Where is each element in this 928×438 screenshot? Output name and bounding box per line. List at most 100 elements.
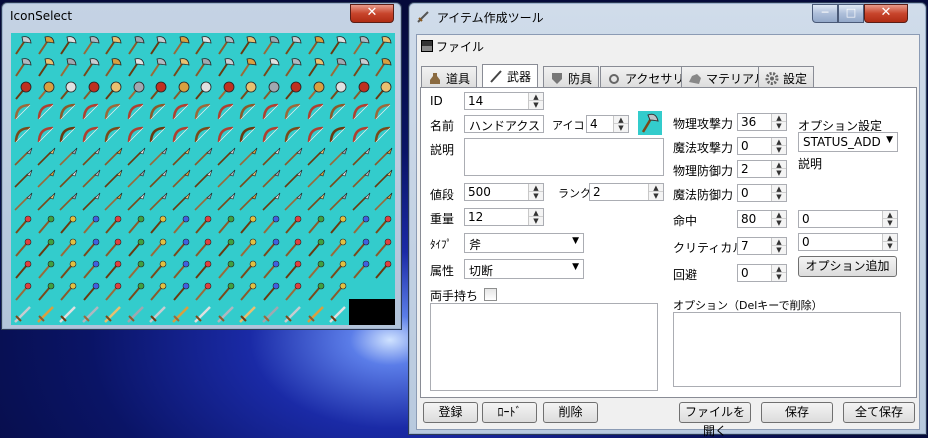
weapon-sprite-icon[interactable] (12, 101, 34, 123)
description-field[interactable] (464, 138, 664, 176)
weapon-sprite-icon[interactable] (192, 79, 214, 101)
weapon-sprite-icon[interactable] (350, 56, 372, 78)
weapon-sprite-icon[interactable] (215, 124, 237, 146)
weapon-sprite-icon[interactable] (80, 236, 102, 258)
option-setting-select[interactable]: STATUS_ADD ▼ (798, 132, 898, 152)
spin-arrows[interactable]: ▲ ▼ (882, 211, 897, 227)
type-select[interactable]: 斧 ▼ (464, 233, 584, 253)
rank-spinner[interactable]: 2 ▲ ▼ (589, 183, 664, 201)
weapon-sprite-icon[interactable] (80, 34, 102, 56)
weapon-sprite-icon[interactable] (170, 213, 192, 235)
weapon-sprite-icon[interactable] (192, 146, 214, 168)
weapon-sprite-icon[interactable] (305, 191, 327, 213)
spin-arrows[interactable]: ▲ ▼ (771, 185, 786, 201)
weapon-sprite-icon[interactable] (125, 213, 147, 235)
weapon-sprite-icon[interactable] (192, 124, 214, 146)
spin-arrows[interactable]: ▲ ▼ (771, 138, 786, 154)
weapon-sprite-icon[interactable] (125, 191, 147, 213)
weapon-sprite-icon[interactable] (282, 168, 304, 190)
weapon-sprite-icon[interactable] (170, 101, 192, 123)
weapon-sprite-icon[interactable] (147, 280, 169, 302)
weapon-sprite-icon[interactable] (327, 280, 349, 302)
weapon-sprite-icon[interactable] (35, 258, 57, 280)
weapon-sprite-icon[interactable] (12, 258, 34, 280)
weapon-sprite-icon[interactable] (350, 101, 372, 123)
weapon-sprite-icon[interactable] (147, 236, 169, 258)
weapon-sprite-icon[interactable] (260, 213, 282, 235)
weapon-sprite-icon[interactable] (327, 191, 349, 213)
weapon-sprite-icon[interactable] (350, 236, 372, 258)
weapon-sprite-icon[interactable] (147, 168, 169, 190)
weapon-sprite-icon[interactable] (237, 56, 259, 78)
weapon-sprite-icon[interactable] (260, 79, 282, 101)
weapon-sprite-icon[interactable] (102, 236, 124, 258)
spin-arrows[interactable]: ▲ ▼ (613, 116, 628, 132)
weapon-sprite-icon[interactable] (57, 101, 79, 123)
spin-arrows[interactable]: ▲ ▼ (648, 184, 663, 200)
weapon-sprite-icon[interactable] (147, 213, 169, 235)
weapon-sprite-icon[interactable] (192, 303, 214, 325)
weapon-sprite-icon[interactable] (147, 79, 169, 101)
save-all-button[interactable]: 全て保存 (843, 402, 915, 423)
phys-def-spinner[interactable]: 2 ▲ ▼ (737, 160, 787, 178)
icon-spinner[interactable]: 4 ▲ ▼ (586, 115, 629, 133)
main-close-button[interactable]: ✕ (864, 4, 908, 23)
spin-arrows[interactable]: ▲ ▼ (771, 211, 786, 227)
weapon-sprite-icon[interactable] (80, 101, 102, 123)
weapon-sprite-icon[interactable] (350, 213, 372, 235)
weapon-sprite-icon[interactable] (170, 124, 192, 146)
tab-armor[interactable]: 防具 (543, 66, 600, 88)
weapon-sprite-icon[interactable] (12, 79, 34, 101)
weapon-sprite-icon[interactable] (192, 56, 214, 78)
price-spinner[interactable]: 500 ▲ ▼ (464, 183, 544, 201)
register-button[interactable]: 登録 (423, 402, 478, 423)
name-field[interactable]: ハンドアクス (464, 115, 544, 133)
weapon-sprite-icon[interactable] (170, 79, 192, 101)
weapon-sprite-icon[interactable] (102, 303, 124, 325)
weapon-sprite-icon[interactable] (80, 280, 102, 302)
weapon-sprite-icon[interactable] (57, 258, 79, 280)
mag-atk-spinner[interactable]: 0 ▲ ▼ (737, 137, 787, 155)
weapon-sprite-icon[interactable] (125, 101, 147, 123)
weapon-sprite-icon[interactable] (80, 191, 102, 213)
weapon-sprite-icon[interactable] (260, 280, 282, 302)
weapon-sprite-icon[interactable] (57, 168, 79, 190)
weapon-sprite-icon[interactable] (282, 79, 304, 101)
weapon-sprite-icon[interactable] (237, 258, 259, 280)
weapon-sprite-icon[interactable] (372, 213, 394, 235)
weapon-sprite-icon[interactable] (305, 303, 327, 325)
weapon-sprite-icon[interactable] (327, 101, 349, 123)
weapon-sprite-icon[interactable] (192, 191, 214, 213)
weapon-sprite-icon[interactable] (147, 146, 169, 168)
weapon-sprite-icon[interactable] (125, 258, 147, 280)
open-file-button[interactable]: ファイルを開く (679, 402, 751, 438)
weapon-sprite-icon[interactable] (372, 56, 394, 78)
weapon-sprite-icon[interactable] (192, 258, 214, 280)
weapon-sprite-icon[interactable] (102, 191, 124, 213)
spin-arrows[interactable]: ▲ ▼ (771, 265, 786, 281)
weapon-sprite-icon[interactable] (327, 303, 349, 325)
weapon-sprite-icon[interactable] (260, 303, 282, 325)
weapon-sprite-icon[interactable] (125, 79, 147, 101)
weapon-sprite-icon[interactable] (57, 34, 79, 56)
weapon-sprite-icon[interactable] (215, 56, 237, 78)
weapon-sprite-icon[interactable] (260, 56, 282, 78)
weapon-sprite-icon[interactable] (237, 191, 259, 213)
weapon-sprite-icon[interactable] (125, 236, 147, 258)
weapon-sprite-icon[interactable] (80, 124, 102, 146)
mag-def-spinner[interactable]: 0 ▲ ▼ (737, 184, 787, 202)
weapon-sprite-icon[interactable] (102, 79, 124, 101)
weapon-sprite-icon[interactable] (282, 124, 304, 146)
weapon-sprite-icon[interactable] (57, 191, 79, 213)
weapon-sprite-icon[interactable] (57, 124, 79, 146)
evade-spinner[interactable]: 0 ▲ ▼ (737, 264, 787, 282)
weapon-sprite-icon[interactable] (170, 280, 192, 302)
weapon-sprite-icon[interactable] (372, 258, 394, 280)
attribute-select[interactable]: 切断 ▼ (464, 259, 584, 279)
weapon-sprite-icon[interactable] (237, 168, 259, 190)
weapon-sprite-icon[interactable] (237, 101, 259, 123)
weapon-sprite-icon[interactable] (125, 146, 147, 168)
add-option-button[interactable]: オプション追加 (798, 256, 897, 277)
spin-arrows[interactable]: ▲ ▼ (528, 93, 543, 109)
weapon-sprite-icon[interactable] (215, 34, 237, 56)
